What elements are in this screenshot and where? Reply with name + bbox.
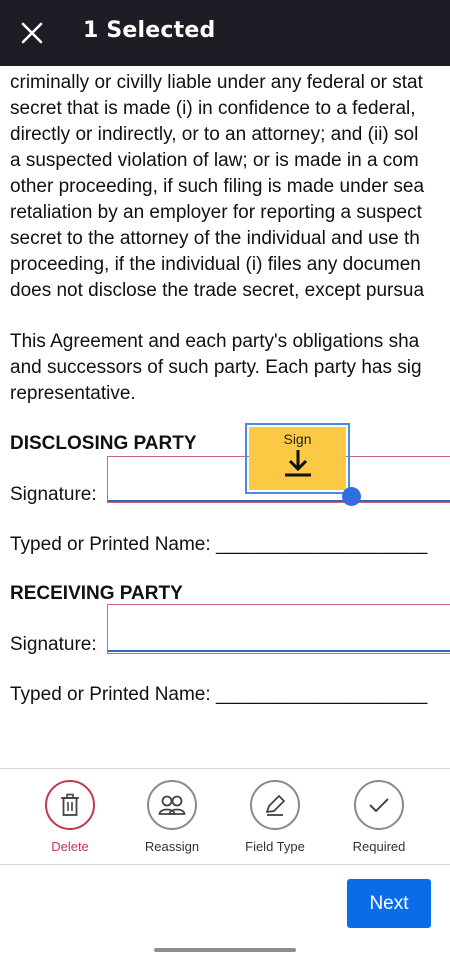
close-icon: [21, 22, 43, 44]
top-app-bar: 1 Selected: [0, 0, 450, 66]
doc-text-line: other proceeding, if such filing is made…: [10, 176, 425, 197]
reassign-label: Reassign: [144, 839, 200, 854]
reassign-circle: [147, 780, 197, 830]
doc-text-line: a suspected violation of law; or is made…: [10, 150, 419, 171]
required-button[interactable]: Required: [334, 780, 424, 854]
delete-circle: [45, 780, 95, 830]
required-label: Required: [352, 839, 406, 854]
disclosing-name-label: Typed or Printed Name: _________________…: [10, 534, 428, 555]
disclosing-signature-line: [108, 500, 450, 502]
document-viewer[interactable]: criminally or civilly liable under any f…: [0, 66, 450, 768]
doc-text-line: criminally or civilly liable under any f…: [10, 72, 423, 93]
field-type-button[interactable]: Field Type: [230, 780, 320, 854]
receiving-signature-label: Signature:: [10, 634, 97, 655]
doc-text-line: secret to the attorney of the individual…: [10, 228, 420, 249]
check-icon: [369, 798, 389, 813]
sign-field-label: Sign: [283, 431, 312, 447]
doc-text-line: representative.: [10, 383, 136, 404]
field-type-label: Field Type: [245, 839, 305, 854]
field-type-circle: [250, 780, 300, 830]
trash-icon: [61, 793, 79, 816]
pencil-icon: [266, 795, 285, 816]
download-arrow-icon: [284, 450, 311, 477]
doc-text-line: secret that is made (i) in confidence to…: [10, 98, 416, 119]
doc-text-line: This Agreement and each party's obligati…: [10, 331, 420, 352]
delete-label: Delete: [51, 839, 89, 854]
receiving-signature-field[interactable]: [107, 604, 450, 654]
close-button[interactable]: [14, 15, 50, 51]
home-indicator[interactable]: [154, 948, 296, 952]
next-button[interactable]: Next: [347, 879, 431, 928]
doc-text-line: directly or indirectly, or to an attorne…: [10, 124, 419, 145]
disclosing-party-heading: DISCLOSING PARTY: [10, 433, 197, 454]
required-circle: [354, 780, 404, 830]
receiving-name-label: Typed or Printed Name: _________________…: [10, 684, 428, 705]
doc-text-line: does not disclose the trade secret, exce…: [10, 280, 425, 301]
toolbar-top-divider: [0, 768, 450, 769]
sign-field-selected[interactable]: Sign: [245, 423, 350, 494]
delete-button[interactable]: Delete: [25, 780, 115, 854]
disclosing-signature-label: Signature:: [10, 484, 97, 505]
people-icon: [158, 795, 186, 815]
resize-handle[interactable]: [342, 487, 361, 506]
disclosing-name-line[interactable]: ____________________: [216, 534, 427, 555]
sign-field-body: Sign: [249, 427, 346, 490]
doc-text-line: and successors of such party. Each party…: [10, 357, 422, 378]
reassign-button[interactable]: Reassign: [127, 780, 217, 854]
receiving-signature-line: [108, 650, 450, 652]
doc-text-line: proceeding, if the individual (i) files …: [10, 254, 421, 275]
receiving-name-line[interactable]: ____________________: [216, 684, 427, 705]
doc-text-line: retaliation by an employer for reporting…: [10, 202, 422, 223]
footer-divider: [0, 864, 450, 865]
selection-title: 1 Selected: [83, 18, 216, 43]
